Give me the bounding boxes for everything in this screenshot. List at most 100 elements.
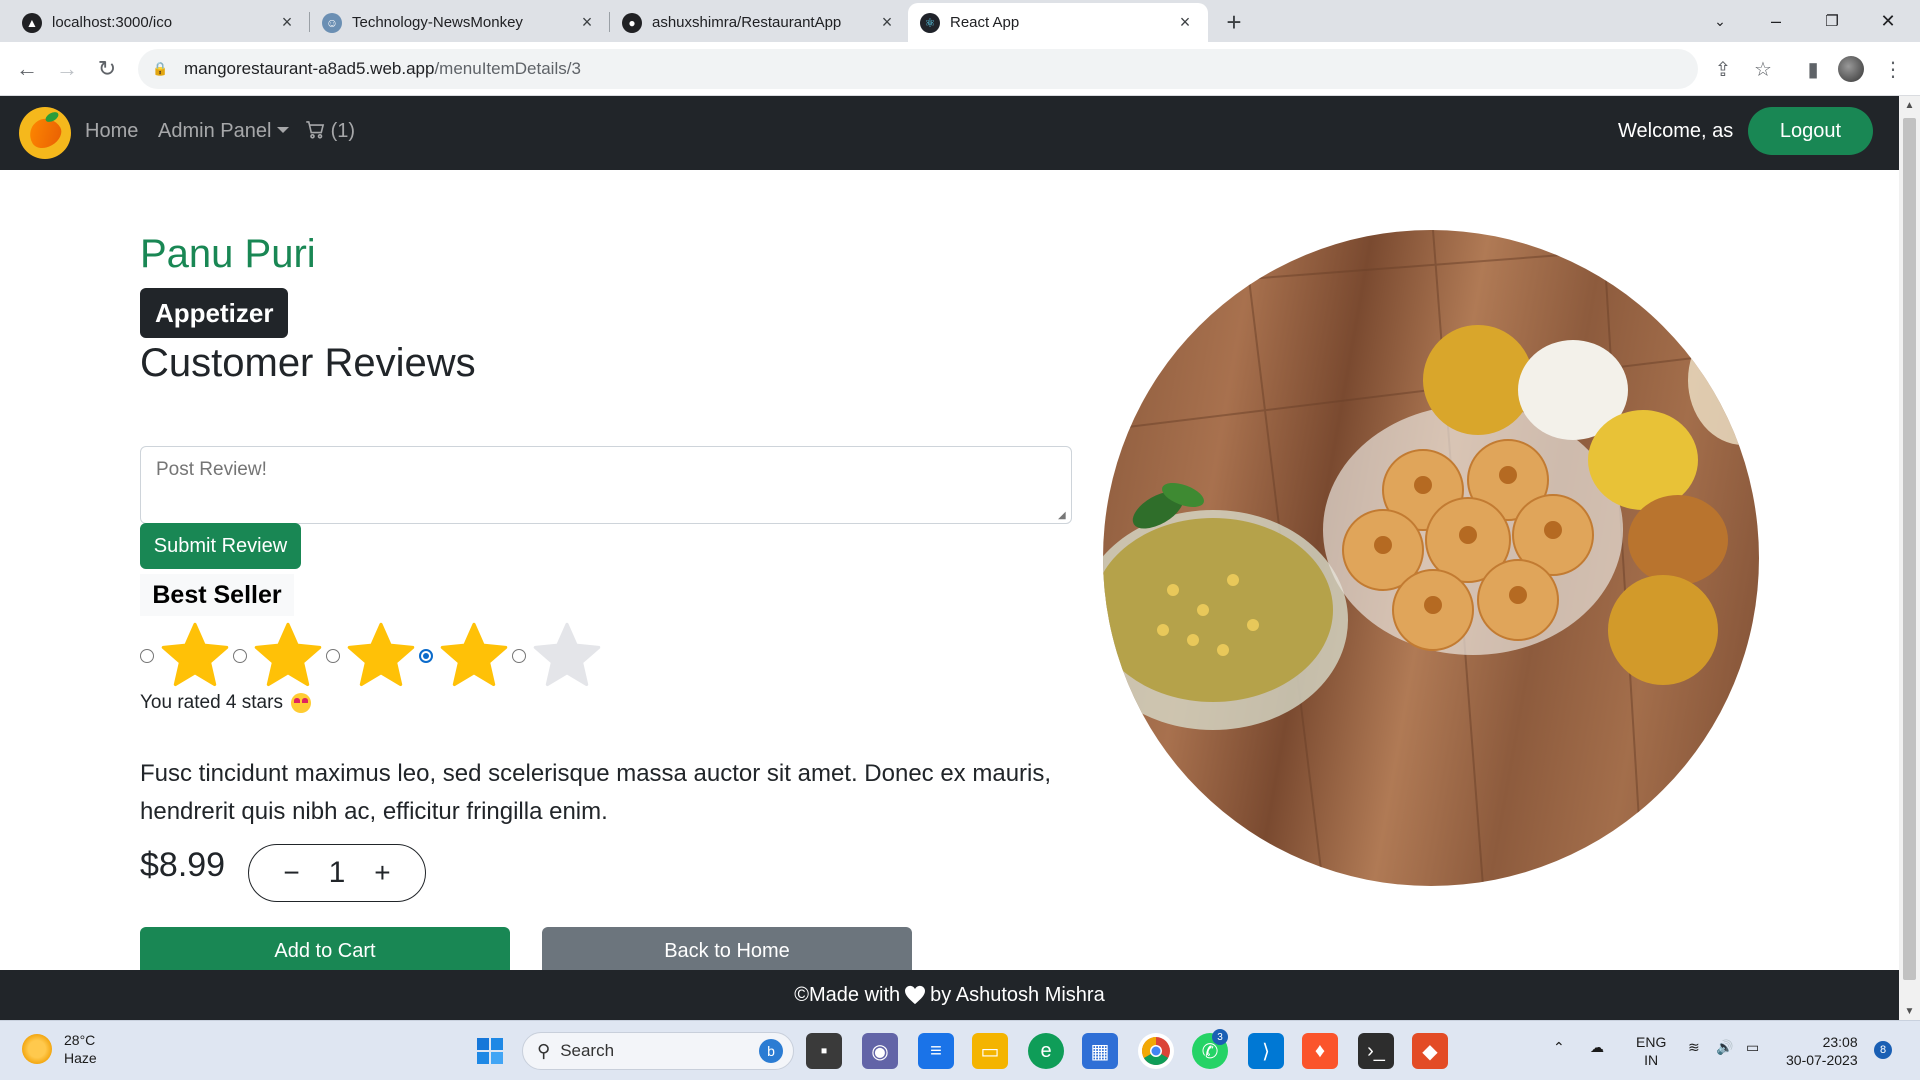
page-footer: ©Made with by Ashutosh Mishra — [0, 970, 1899, 1020]
teams-icon[interactable]: ◉ — [862, 1033, 898, 1069]
star-icon[interactable] — [157, 618, 233, 694]
battery-icon[interactable]: ▭ — [1746, 1039, 1759, 1056]
forward-icon[interactable]: → — [50, 52, 84, 86]
rating-radio-1[interactable] — [140, 649, 154, 663]
wifi-icon[interactable]: ≋ — [1688, 1039, 1700, 1056]
side-panel-icon[interactable]: ▮ — [1796, 52, 1830, 86]
terminal-icon[interactable]: ›_ — [1358, 1033, 1394, 1069]
onedrive-icon[interactable]: ☁ — [1590, 1039, 1604, 1056]
task-view-icon[interactable]: ▪ — [806, 1033, 842, 1069]
close-icon[interactable]: × — [876, 12, 898, 34]
language-indicator[interactable]: ENG IN — [1636, 1033, 1666, 1069]
lang-secondary: IN — [1644, 1052, 1659, 1068]
os-taskbar: 28°C Haze ⚲ Search b ▪ ◉ ≡ ▭ e ▦ ✆ 3 ⟩ ♦… — [0, 1020, 1920, 1080]
notification-badge[interactable]: 8 — [1874, 1041, 1892, 1059]
edge-icon[interactable]: e — [1028, 1033, 1064, 1069]
vscode-icon[interactable]: ⟩ — [1248, 1033, 1284, 1069]
url-host: mangorestaurant-a8ad5.web.app — [184, 59, 435, 78]
submit-review-button[interactable]: Submit Review — [140, 523, 301, 569]
clock-time: 23:08 — [1822, 1034, 1858, 1050]
restore-button[interactable]: ❐ — [1804, 0, 1860, 42]
tab-label: ashuxshimra/RestaurantApp — [652, 14, 842, 31]
heart-eyes-emoji-icon — [290, 693, 311, 713]
triangle-icon: ▲ — [22, 12, 42, 33]
browser-tab[interactable]: ● ashuxshimra/RestaurantApp × — [610, 3, 910, 42]
taskbar-search[interactable]: ⚲ Search b — [522, 1032, 794, 1070]
rating-radio-4[interactable] — [419, 649, 433, 663]
rating-radio-3[interactable] — [326, 649, 340, 663]
star-icon[interactable] — [529, 618, 605, 694]
notepad-icon[interactable]: ≡ — [918, 1033, 954, 1069]
caret-down-icon — [277, 127, 290, 133]
browser-toolbar: ← → ↻ 🔒 mangorestaurant-a8ad5.web.app/me… — [0, 42, 1920, 96]
star-icon[interactable] — [250, 618, 326, 694]
close-window-button[interactable]: ✕ — [1860, 0, 1916, 42]
store-icon[interactable]: ▦ — [1082, 1033, 1118, 1069]
close-icon[interactable]: × — [576, 12, 598, 34]
bookmark-star-icon[interactable]: ☆ — [1746, 52, 1780, 86]
tab-search-icon[interactable]: ⌄ — [1692, 0, 1748, 42]
temperature: 28°C — [64, 1032, 96, 1048]
add-to-cart-button[interactable]: Add to Cart — [140, 927, 510, 975]
best-seller-tag: Best Seller — [140, 574, 294, 616]
react-icon: ⚛ — [920, 12, 940, 33]
star-icon[interactable] — [436, 618, 512, 694]
nav-home-link[interactable]: Home — [85, 120, 138, 143]
minimize-button[interactable]: – — [1748, 0, 1804, 42]
chrome-icon[interactable] — [1138, 1033, 1174, 1069]
tab-label: localhost:3000/ico — [52, 14, 173, 31]
git-icon[interactable]: ◆ — [1412, 1033, 1448, 1069]
clock-date: 30-07-2023 — [1786, 1052, 1858, 1068]
category-badge: Appetizer — [140, 288, 289, 338]
quantity-stepper: − 1 + — [248, 844, 426, 902]
system-clock[interactable]: 23:08 30-07-2023 — [1786, 1033, 1858, 1069]
address-bar[interactable]: 🔒 mangorestaurant-a8ad5.web.app/menuItem… — [138, 49, 1698, 89]
reload-icon[interactable]: ↻ — [90, 52, 124, 86]
footer-prefix: ©Made with — [794, 983, 901, 1006]
rated-text: You rated 4 stars — [140, 692, 283, 713]
logout-button[interactable]: Logout — [1748, 107, 1873, 155]
nav-admin-panel-dropdown[interactable]: Admin Panel — [158, 120, 290, 143]
brave-icon[interactable]: ♦ — [1302, 1033, 1338, 1069]
decrement-button[interactable]: − — [283, 857, 299, 889]
star-icon[interactable] — [343, 618, 419, 694]
cart-count: (1) — [330, 120, 356, 142]
welcome-text: Welcome, as — [1618, 120, 1734, 142]
browser-tab[interactable]: ☺ Technology-NewsMonkey × — [310, 3, 610, 42]
volume-icon[interactable]: 🔊 — [1716, 1039, 1733, 1056]
scroll-up-icon[interactable]: ▲ — [1899, 96, 1920, 114]
page-scrollbar[interactable]: ▲ ▼ — [1899, 96, 1920, 1020]
quantity-value: 1 — [328, 856, 346, 889]
nav-cart-link[interactable]: (1) — [305, 120, 355, 143]
review-input[interactable] — [140, 446, 1072, 524]
windows-start-icon[interactable] — [472, 1033, 508, 1069]
menu-icon[interactable]: ⋮ — [1876, 52, 1910, 86]
back-to-home-button[interactable]: Back to Home — [542, 927, 912, 975]
close-icon[interactable]: × — [276, 12, 298, 34]
rating-radio-2[interactable] — [233, 649, 247, 663]
rating-feedback: You rated 4 stars — [140, 692, 311, 714]
chevron-up-icon[interactable]: ⌃ — [1553, 1039, 1565, 1056]
share-icon[interactable]: ⇪ — [1706, 52, 1740, 86]
weather-haze-icon — [22, 1034, 52, 1064]
rating-radio-5[interactable] — [512, 649, 526, 663]
scroll-down-icon[interactable]: ▼ — [1899, 1002, 1920, 1020]
browser-tab[interactable]: ▲ localhost:3000/ico × — [10, 3, 310, 42]
browser-tab-active[interactable]: ⚛ React App × — [908, 3, 1208, 42]
mango-logo[interactable] — [19, 107, 71, 159]
resize-handle-icon[interactable]: ◢ — [1058, 510, 1068, 521]
cart-icon — [306, 121, 325, 139]
url-path: /menuItemDetails/3 — [434, 59, 581, 78]
new-tab-button[interactable]: + — [1218, 6, 1250, 38]
weather-widget[interactable]: 28°C Haze — [22, 1031, 97, 1067]
browser-tab-strip: ▲ localhost:3000/ico × ☺ Technology-News… — [0, 0, 1920, 42]
search-label: Search — [560, 1041, 615, 1060]
increment-button[interactable]: + — [374, 857, 390, 889]
back-icon[interactable]: ← — [10, 52, 44, 86]
profile-avatar[interactable] — [1838, 56, 1864, 82]
lang-primary: ENG — [1636, 1034, 1667, 1050]
app-navbar: Home Admin Panel (1) Welcome, as Logout — [0, 96, 1899, 170]
file-explorer-icon[interactable]: ▭ — [972, 1033, 1008, 1069]
close-icon[interactable]: × — [1174, 12, 1196, 34]
scrollbar-thumb[interactable] — [1903, 118, 1916, 980]
